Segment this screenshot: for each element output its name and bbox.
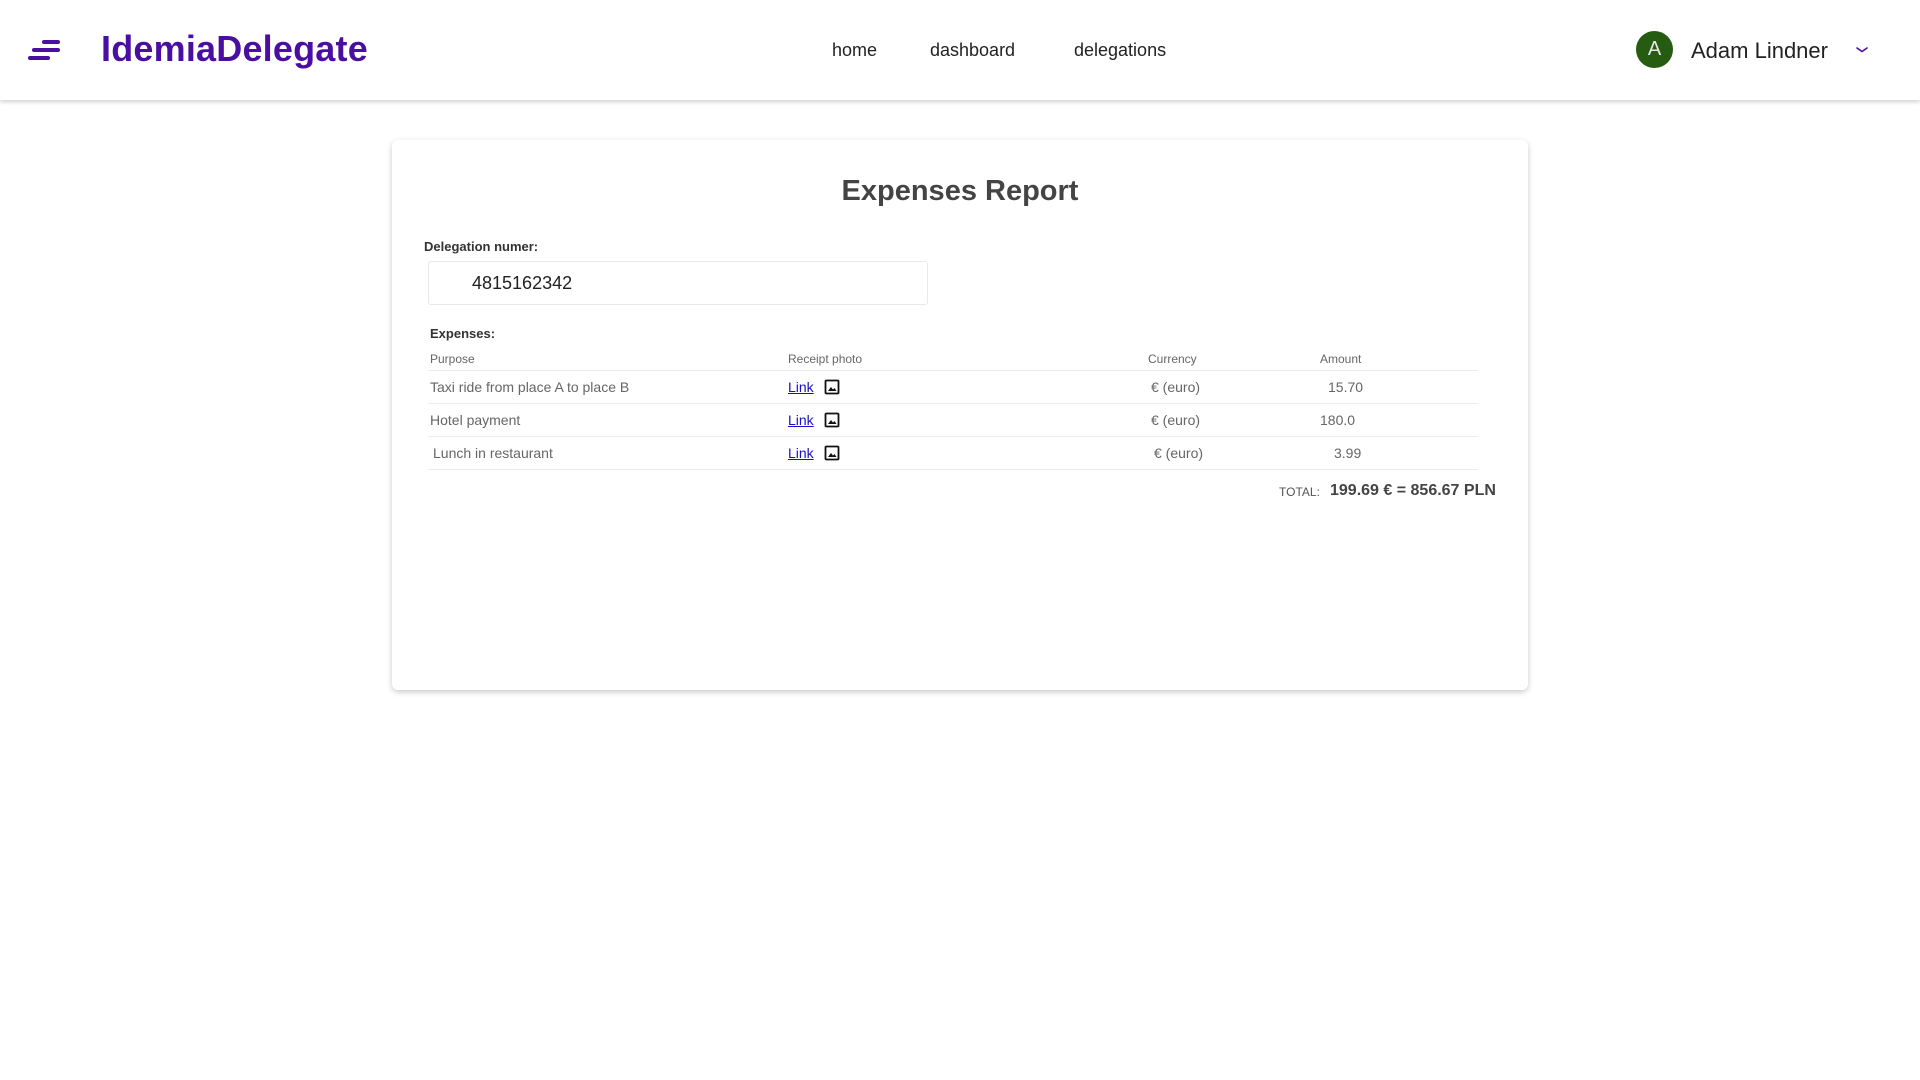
table-row: Lunch in restaurant Link € (euro) 3.99	[428, 437, 1478, 470]
expense-purpose: Lunch in restaurant	[433, 445, 553, 461]
receipt-link[interactable]: Link	[788, 412, 814, 428]
top-navbar: IdemiaDelegate home dashboard delegation…	[0, 0, 1920, 100]
expenses-table: Purpose Receipt photo Currency Amount Ta…	[428, 348, 1478, 470]
expense-amount: 15.70	[1328, 379, 1364, 395]
menu-icon-line	[42, 40, 60, 44]
receipt-cell: Link	[788, 445, 840, 461]
expense-amount: 180.0	[1320, 412, 1356, 428]
menu-icon-line	[28, 56, 50, 60]
nav-item-home[interactable]: home	[832, 40, 877, 61]
nav-item-dashboard[interactable]: dashboard	[930, 40, 1015, 61]
expense-currency: € (euro)	[1151, 412, 1201, 428]
avatar: A	[1636, 31, 1673, 68]
chevron-down-icon[interactable]	[1855, 45, 1869, 55]
menu-icon[interactable]	[28, 38, 60, 62]
expense-purpose: Taxi ride from place A to place B	[430, 379, 630, 395]
receipt-link[interactable]: Link	[788, 379, 814, 395]
total-value: 199.69 € = 856.67 PLN	[1330, 482, 1496, 499]
page-title: Expenses Report	[841, 175, 1079, 207]
column-header-amount: Amount	[1320, 352, 1362, 366]
menu-icon-line	[32, 48, 60, 52]
table-header: Purpose Receipt photo Currency Amount	[428, 348, 1478, 371]
table-row: Hotel payment Link € (euro) 180.0	[428, 404, 1478, 437]
user-name: Adam Lindner	[1691, 38, 1828, 63]
delegation-number-field[interactable]	[428, 261, 928, 305]
column-header-currency: Currency	[1148, 352, 1197, 366]
receipt-cell: Link	[788, 379, 840, 395]
nav-item-delegations[interactable]: delegations	[1074, 40, 1166, 61]
column-header-receipt: Receipt photo	[788, 352, 863, 366]
delegation-number-label: Delegation numer:	[424, 239, 539, 254]
image-icon[interactable]	[824, 379, 840, 395]
column-header-purpose: Purpose	[430, 352, 475, 366]
table-row: Taxi ride from place A to place B Link €…	[428, 371, 1478, 404]
image-icon[interactable]	[824, 412, 840, 428]
receipt-link[interactable]: Link	[788, 445, 814, 461]
receipt-cell: Link	[788, 412, 840, 428]
total-label: TOTAL:	[1279, 485, 1320, 499]
expense-amount: 3.99	[1334, 445, 1362, 461]
expenses-label: Expenses:	[430, 326, 496, 341]
expense-currency: € (euro)	[1154, 445, 1204, 461]
expenses-report-card: Expenses Report Delegation numer: Expens…	[392, 140, 1528, 690]
expense-currency: € (euro)	[1151, 379, 1201, 395]
expense-purpose: Hotel payment	[430, 412, 521, 428]
image-icon[interactable]	[824, 445, 840, 461]
brand-logo[interactable]: IdemiaDelegate	[101, 28, 368, 70]
